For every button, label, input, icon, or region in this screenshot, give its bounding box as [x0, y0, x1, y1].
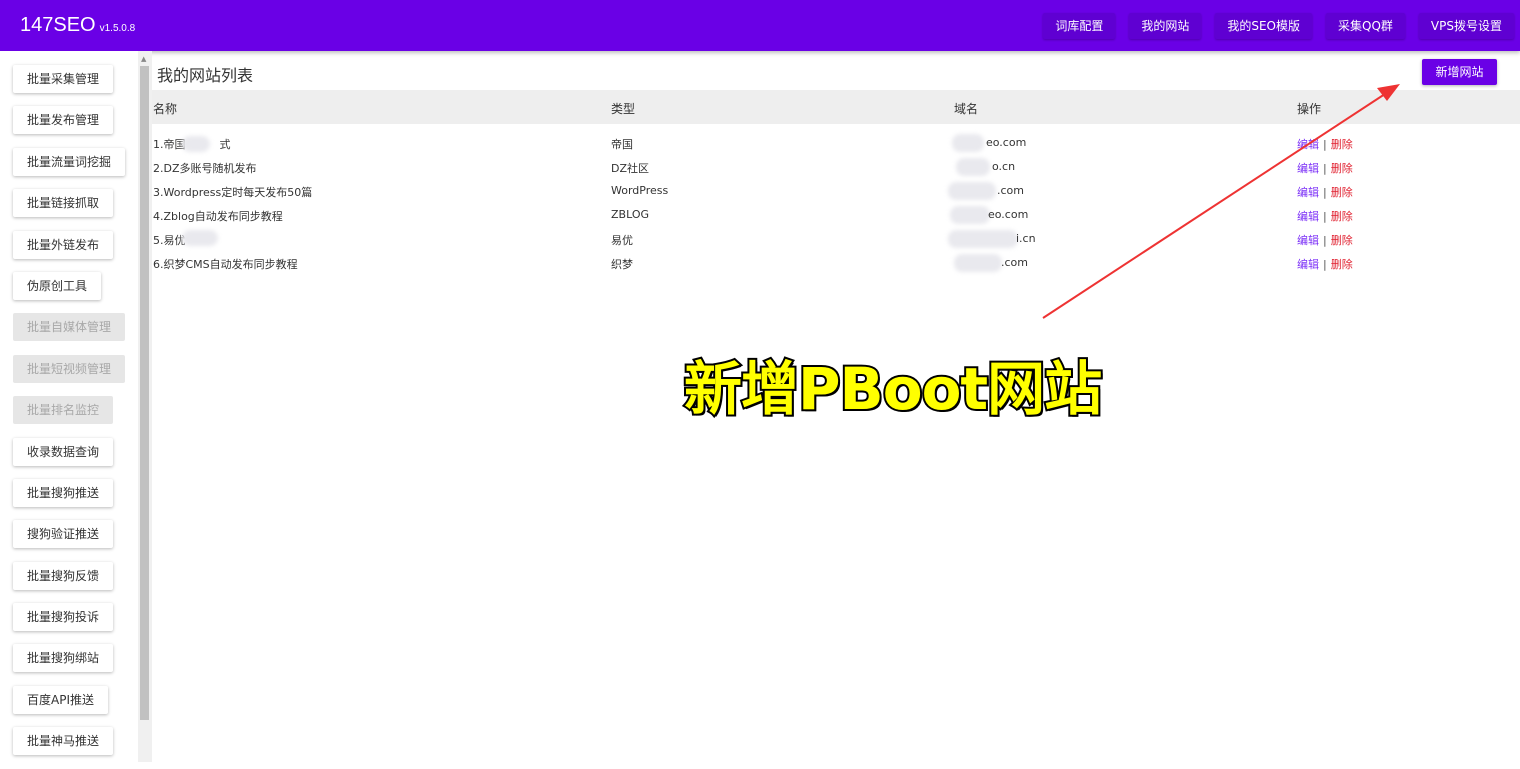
- site-domain: .com: [1001, 256, 1028, 269]
- site-type: 织梦: [611, 258, 633, 271]
- redaction-blur: [950, 206, 990, 224]
- edit-link[interactable]: 编辑: [1297, 258, 1319, 271]
- table-row: 2.DZ多账号随机发布 DZ社区 o.cn 编辑 | 删除: [152, 155, 1520, 179]
- nav-seo-templates-button[interactable]: 我的SEO模版: [1215, 13, 1313, 39]
- action-separator: |: [1323, 258, 1327, 271]
- row-actions: 编辑 | 删除: [1297, 160, 1353, 176]
- action-separator: |: [1323, 162, 1327, 175]
- row-actions: 编辑 | 删除: [1297, 184, 1353, 200]
- site-name-text: 1.帝国: [153, 138, 186, 151]
- scroll-up-icon[interactable]: ▲: [141, 55, 146, 63]
- nav-my-sites-button[interactable]: 我的网站: [1129, 13, 1202, 39]
- site-name: 3.Wordpress定时每天发布50篇: [153, 186, 313, 199]
- nav-qq-group-button[interactable]: 采集QQ群: [1326, 13, 1405, 39]
- edit-link[interactable]: 编辑: [1297, 162, 1319, 175]
- sidebar-item-batch-collect[interactable]: 批量采集管理: [13, 65, 114, 93]
- edit-link[interactable]: 编辑: [1297, 138, 1319, 151]
- sidebar-item-sogou-complaint[interactable]: 批量搜狗投诉: [13, 603, 114, 632]
- app-brand: 147SEO v1.5.0.8: [20, 14, 135, 37]
- delete-link[interactable]: 删除: [1331, 258, 1353, 271]
- site-domain: eo.com: [986, 136, 1027, 149]
- edit-link[interactable]: 编辑: [1297, 210, 1319, 223]
- site-name: 5.易优: [153, 234, 186, 247]
- nav-vps-dial-button[interactable]: VPS拨号设置: [1418, 13, 1514, 39]
- redaction-blur: [182, 230, 218, 246]
- column-header-name: 名称: [153, 102, 178, 116]
- sidebar-item-rank-monitor: 批量排名监控: [13, 396, 114, 425]
- column-header-type: 类型: [611, 102, 636, 116]
- edit-link[interactable]: 编辑: [1297, 186, 1319, 199]
- top-nav: 词库配置 我的网站 我的SEO模版 采集QQ群 VPS拨号设置: [1043, 13, 1514, 39]
- sidebar-item-link-crawl[interactable]: 批量链接抓取: [13, 189, 114, 218]
- page-title: 我的网站列表: [157, 66, 254, 85]
- row-actions: 编辑 | 删除: [1297, 136, 1353, 152]
- row-actions: 编辑 | 删除: [1297, 256, 1353, 272]
- sidebar-item-short-video: 批量短视频管理: [13, 354, 126, 383]
- site-name: 2.DZ多账号随机发布: [153, 162, 257, 175]
- sidebar-item-pseudo-original[interactable]: 伪原创工具: [13, 271, 102, 300]
- annotation-label: 新增PBoot网站: [682, 353, 1104, 425]
- delete-link[interactable]: 删除: [1331, 234, 1353, 247]
- site-domain: o.cn: [992, 160, 1016, 173]
- site-name: 6.织梦CMS自动发布同步教程: [153, 258, 298, 271]
- site-domain: eo.com: [988, 208, 1029, 221]
- redaction-blur: [954, 254, 1002, 272]
- site-type: ZBLOG: [611, 208, 650, 221]
- redaction-blur: [948, 230, 1018, 248]
- table-row: 3.Wordpress定时每天发布50篇 WordPress .com 编辑 | 删…: [152, 179, 1520, 203]
- site-type: WordPress: [611, 184, 669, 197]
- top-bar: 147SEO v1.5.0.8 词库配置 我的网站 我的SEO模版 采集QQ群 V…: [0, 0, 1520, 51]
- sidebar-item-sogou-verify-push[interactable]: 搜狗验证推送: [13, 520, 114, 549]
- delete-link[interactable]: 删除: [1331, 138, 1353, 151]
- delete-link[interactable]: 删除: [1331, 186, 1353, 199]
- action-separator: |: [1323, 186, 1327, 199]
- sidebar-item-baidu-api-push[interactable]: 百度API推送: [13, 685, 108, 714]
- sidebar: 批量采集管理 批量发布管理 批量流量词挖掘 批量链接抓取 批量外链发布 伪原创工…: [0, 51, 138, 762]
- table-row: 5.易优 易优 i.cn 编辑 | 删除: [152, 227, 1520, 251]
- sidebar-item-sogou-push[interactable]: 批量搜狗推送: [13, 478, 114, 507]
- delete-link[interactable]: 删除: [1331, 162, 1353, 175]
- table-header: 名称 类型 域名 操作: [152, 90, 1520, 124]
- table-row: 6.织梦CMS自动发布同步教程 织梦 .com 编辑 | 删除: [152, 251, 1520, 275]
- sidebar-item-sogou-feedback[interactable]: 批量搜狗反馈: [13, 561, 114, 590]
- action-separator: |: [1323, 210, 1327, 223]
- redaction-blur: [956, 158, 990, 176]
- table-row: 4.Zblog自动发布同步教程 ZBLOG eo.com 编辑 | 删除: [152, 203, 1520, 227]
- site-domain: i.cn: [1016, 232, 1036, 245]
- sidebar-item-traffic-keywords[interactable]: 批量流量词挖掘: [13, 147, 126, 176]
- sidebar-item-sogou-bind[interactable]: 批量搜狗绑站: [13, 644, 114, 673]
- sidebar-item-shenma-push[interactable]: 批量神马推送: [13, 727, 114, 756]
- action-separator: |: [1323, 138, 1327, 151]
- brand-name: 147SEO: [20, 14, 96, 36]
- site-name-tail: 式: [219, 138, 231, 151]
- sidebar-scroll-thumb[interactable]: [140, 66, 149, 720]
- column-header-domain: 域名: [954, 102, 979, 116]
- sidebar-list: 批量采集管理 批量发布管理 批量流量词挖掘 批量链接抓取 批量外链发布 伪原创工…: [13, 65, 126, 769]
- delete-link[interactable]: 删除: [1331, 210, 1353, 223]
- redaction-blur: [948, 182, 996, 200]
- site-type: 帝国: [611, 138, 633, 151]
- sidebar-item-self-media: 批量自媒体管理: [13, 313, 126, 342]
- redaction-blur: [182, 136, 210, 152]
- site-type: 易优: [611, 234, 633, 247]
- version-label: v1.5.0.8: [99, 23, 136, 34]
- redaction-blur: [952, 134, 984, 152]
- sidebar-item-index-query[interactable]: 收录数据查询: [13, 437, 114, 466]
- row-actions: 编辑 | 删除: [1297, 232, 1353, 248]
- site-type: DZ社区: [611, 162, 650, 175]
- site-domain: .com: [997, 184, 1024, 197]
- sidebar-item-batch-publish[interactable]: 批量发布管理: [13, 106, 114, 135]
- nav-keyword-config-button[interactable]: 词库配置: [1043, 13, 1116, 39]
- table-row: 1.帝国 式 帝国 eo.com 编辑 | 删除: [152, 131, 1520, 155]
- action-separator: |: [1323, 234, 1327, 247]
- edit-link[interactable]: 编辑: [1297, 234, 1319, 247]
- column-header-actions: 操作: [1297, 102, 1322, 116]
- row-actions: 编辑 | 删除: [1297, 208, 1353, 224]
- site-name: 4.Zblog自动发布同步教程: [153, 210, 283, 223]
- add-site-button[interactable]: 新增网站: [1422, 59, 1497, 85]
- sidebar-item-backlink-publish[interactable]: 批量外链发布: [13, 230, 114, 259]
